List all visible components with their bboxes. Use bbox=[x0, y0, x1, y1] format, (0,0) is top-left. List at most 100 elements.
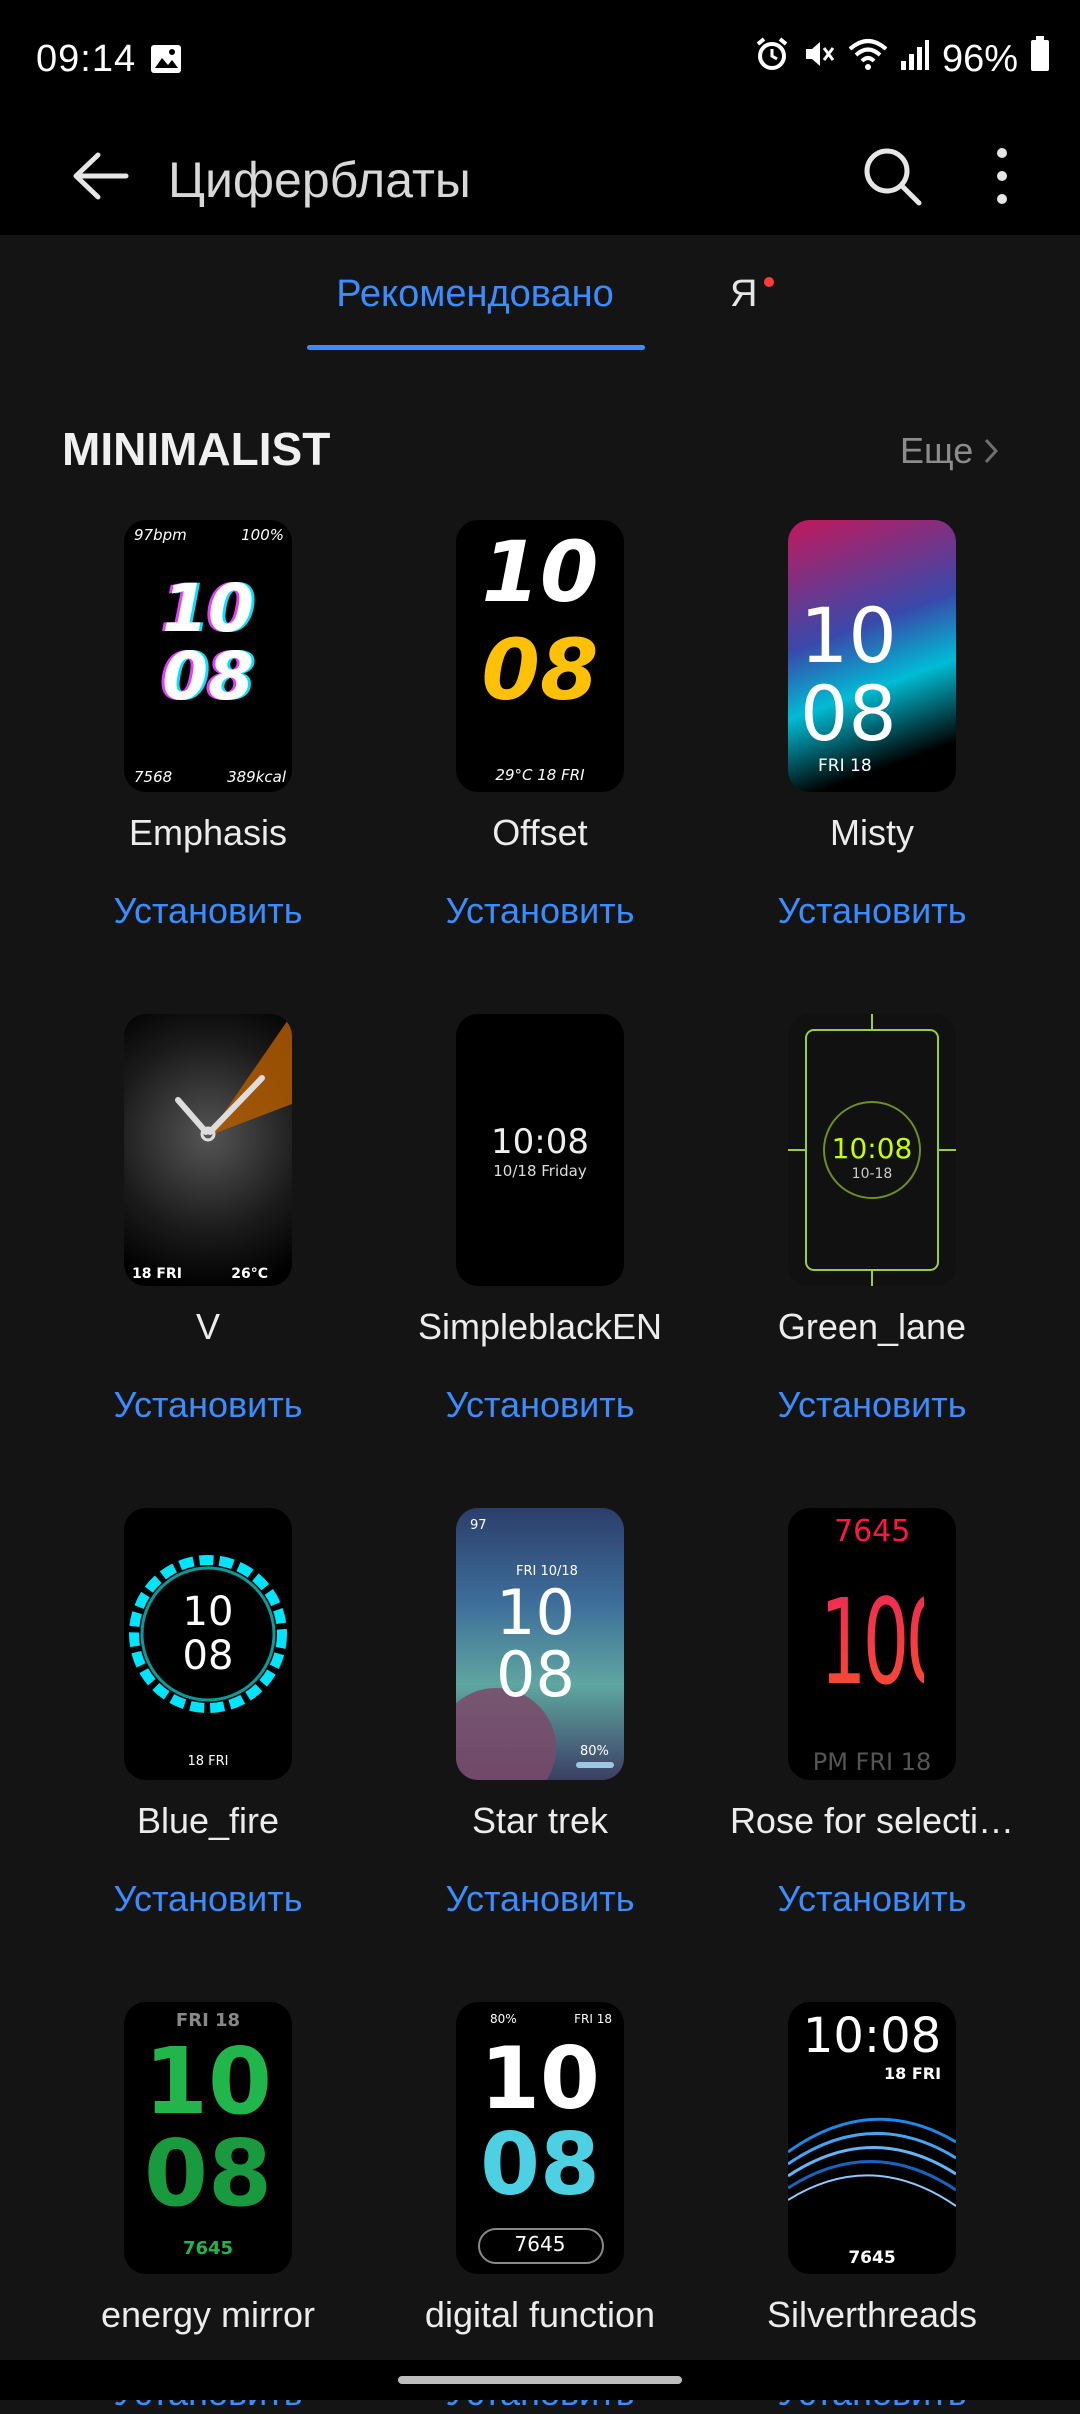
face-hour: 10 bbox=[480, 2029, 600, 2129]
install-button[interactable]: Установить bbox=[352, 1878, 728, 1920]
face-hour: 10 bbox=[800, 591, 897, 680]
face-heart-rate: 97 bbox=[470, 1518, 487, 1533]
face-name: Star trek bbox=[471, 1800, 609, 1841]
page-title: Циферблаты bbox=[168, 152, 471, 208]
face-thumbnail[interactable]: 10 08 29°C 18 FRI bbox=[456, 520, 624, 792]
face-date: 10-18 bbox=[851, 1166, 893, 1182]
tab-mine[interactable]: Я bbox=[730, 273, 757, 316]
face-steps: 7645 bbox=[848, 2248, 896, 2268]
face-minute: 08 bbox=[162, 638, 254, 715]
face-name: digital function bbox=[424, 2294, 656, 2335]
face-date: FRI 18 bbox=[818, 756, 872, 776]
face-name: energy mirror bbox=[100, 2294, 316, 2335]
face-name: Silverthreads bbox=[766, 2294, 978, 2335]
face-name: Misty bbox=[830, 812, 914, 853]
install-button[interactable]: Установить bbox=[20, 1878, 396, 1920]
face-date: 18 FRI bbox=[187, 1754, 229, 1769]
face-steps: 7645 bbox=[182, 2238, 234, 2259]
face-steps: 7645 bbox=[514, 2232, 566, 2256]
face-hour: 10 bbox=[143, 2028, 273, 2135]
face-thumbnail[interactable]: FRI 18 10 08 7645 bbox=[124, 2002, 292, 2274]
face-name: Rose for selecti… bbox=[729, 1800, 1015, 1841]
back-button[interactable] bbox=[60, 136, 140, 216]
battery-percent: 96% bbox=[941, 37, 1018, 80]
app-bar: Циферблаты bbox=[0, 120, 1080, 235]
face-thumbnail[interactable]: 10:08 10-18 bbox=[788, 1014, 956, 1286]
face-date: 18 FRI bbox=[884, 2064, 942, 2083]
face-name: Blue_fire bbox=[136, 1800, 280, 1841]
face-hour: 10 bbox=[182, 1589, 234, 1635]
install-button[interactable]: Установить bbox=[352, 1384, 728, 1426]
face-minute: 08 bbox=[143, 2120, 273, 2227]
install-button[interactable]: Установить bbox=[684, 1384, 1060, 1426]
face-time: 10:08 bbox=[491, 1122, 589, 1162]
tab-bar: Рекомендовано Я bbox=[0, 235, 1080, 365]
face-steps: 7568 bbox=[134, 768, 173, 786]
face-minute: 08 bbox=[480, 2115, 600, 2215]
face-thumbnail[interactable]: 80% FRI 18 10 08 7645 bbox=[456, 2002, 624, 2274]
active-tab-indicator bbox=[307, 345, 645, 350]
face-name: V bbox=[195, 1306, 220, 1347]
face-minute: 08 bbox=[496, 1638, 575, 1711]
face-thumbnail[interactable]: 97 FRI 10/18 10 08 80% bbox=[456, 1508, 624, 1780]
face-name: SimpleblackEN bbox=[417, 1306, 663, 1347]
mute-icon bbox=[802, 37, 836, 81]
face-battery: 100% bbox=[241, 526, 284, 544]
face-battery: 80% bbox=[580, 1744, 609, 1759]
face-battery: 80% bbox=[490, 2012, 517, 2026]
status-bar: 09:14 96% bbox=[0, 0, 1080, 120]
face-date: FRI 18 bbox=[574, 2012, 612, 2026]
install-button[interactable]: Установить bbox=[684, 1878, 1060, 1920]
install-button[interactable]: Установить bbox=[684, 890, 1060, 932]
face-minute: 08 bbox=[481, 621, 599, 719]
face-thumbnail[interactable]: 18 FRI 26°C bbox=[124, 1014, 292, 1286]
face-minute: 08 bbox=[800, 669, 897, 758]
face-thumbnail[interactable]: 7645 1008 PM FRI 18 bbox=[788, 1508, 956, 1780]
signal-icon bbox=[900, 38, 930, 81]
face-thumbnail[interactable]: 10 08 18 FRI bbox=[124, 1508, 292, 1780]
gallery-icon bbox=[150, 44, 182, 79]
back-arrow-icon bbox=[73, 152, 129, 200]
tab-recommended[interactable]: Рекомендовано bbox=[300, 273, 650, 316]
chevron-right-icon bbox=[985, 438, 999, 464]
navigation-bar bbox=[0, 2360, 1080, 2400]
face-name: Green_lane bbox=[777, 1306, 967, 1347]
battery-icon bbox=[1030, 36, 1050, 82]
search-button[interactable] bbox=[852, 136, 932, 216]
face-thumbnail[interactable]: 10:08 18 FRI 7645 bbox=[788, 2002, 956, 2274]
notification-dot bbox=[764, 277, 774, 287]
face-time: 10:08 bbox=[802, 2008, 942, 2064]
face-thumbnail[interactable]: 97bpm 100% 10 08 7568 389kcal bbox=[124, 520, 292, 792]
face-weather-date: 29°C 18 FRI bbox=[495, 766, 585, 784]
wifi-icon bbox=[848, 37, 888, 81]
install-button[interactable]: Установить bbox=[20, 1384, 396, 1426]
face-time: 10:08 bbox=[831, 1132, 913, 1165]
face-hour: 10 bbox=[162, 570, 254, 647]
install-button[interactable]: Установить bbox=[352, 890, 728, 932]
install-button[interactable]: Установить bbox=[20, 890, 396, 932]
face-heart-rate: 97bpm bbox=[134, 526, 187, 544]
analog-hands-graphic bbox=[175, 1014, 292, 1142]
search-icon bbox=[864, 148, 922, 206]
face-temperature: 26°C bbox=[231, 1266, 268, 1282]
more-vert-icon bbox=[997, 148, 1007, 204]
face-calories: 389kcal bbox=[227, 768, 286, 786]
more-options-button[interactable] bbox=[962, 136, 1042, 216]
face-name: Emphasis bbox=[128, 812, 288, 853]
face-date: PM FRI 18 bbox=[812, 1748, 932, 1776]
more-link-label: Еще bbox=[900, 430, 974, 471]
face-thumbnail[interactable]: 10 08 FRI 18 bbox=[788, 520, 956, 792]
face-date: 10/18 Friday bbox=[493, 1162, 587, 1180]
more-link[interactable]: Еще bbox=[900, 430, 999, 472]
home-gesture-pill[interactable] bbox=[398, 2376, 682, 2384]
face-name: Offset bbox=[492, 812, 588, 853]
face-thumbnail[interactable]: 10:08 10/18 Friday bbox=[456, 1014, 624, 1286]
alarm-icon bbox=[754, 36, 790, 82]
face-date: 18 FRI bbox=[132, 1266, 182, 1282]
face-hour: 10 bbox=[496, 1576, 575, 1649]
face-hour: 10 bbox=[481, 523, 599, 621]
face-minute: 08 bbox=[182, 1633, 234, 1679]
section-title: MINIMALIST bbox=[62, 423, 331, 475]
face-time: 1008 bbox=[820, 1544, 956, 1740]
status-time: 09:14 bbox=[36, 38, 137, 80]
